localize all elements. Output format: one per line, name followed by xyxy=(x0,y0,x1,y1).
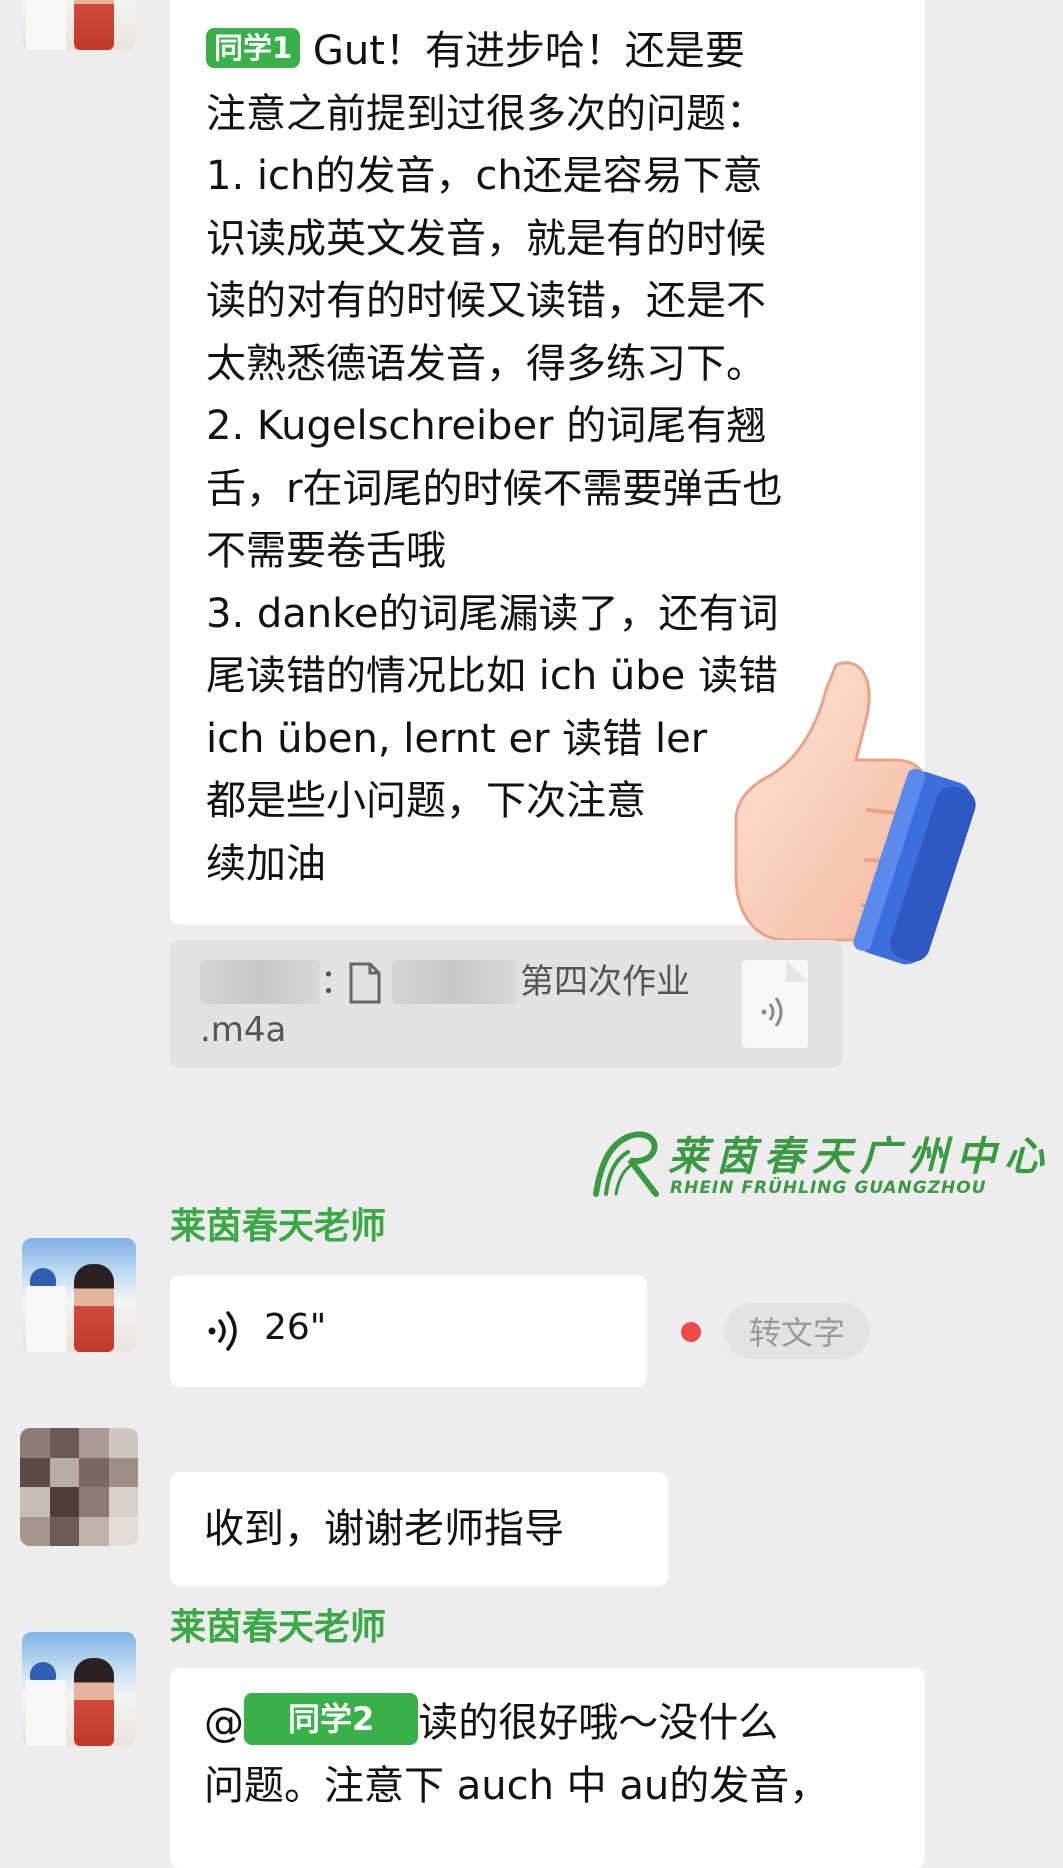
watermark-logo: 莱茵春天广州中心 RHEIN FRÜHLING GUANGZHOU xyxy=(590,1128,1044,1200)
thumbs-up-sticker-icon xyxy=(734,661,976,965)
voice-wave-icon xyxy=(208,1311,237,1351)
student-avatar[interactable] xyxy=(20,1428,138,1546)
person-shape xyxy=(74,1264,114,1352)
file-name: 第四次作业 xyxy=(520,962,690,1002)
document-icon xyxy=(349,962,381,1004)
sender-name: 莱茵春天老师 xyxy=(170,1206,387,1247)
message-text: @ 同学2 读的很好哦～没什么 问题。注意下 auch 中 au的发音， xyxy=(204,1692,924,1817)
sender-name: 莱茵春天老师 xyxy=(170,1607,387,1648)
wall-shape xyxy=(26,1680,66,1746)
teacher-avatar[interactable] xyxy=(22,0,136,50)
logo-mark-icon xyxy=(593,1131,659,1197)
mention-tag[interactable]: 同学1 xyxy=(206,28,301,68)
message-bubble-reply[interactable]: 收到，谢谢老师指导 xyxy=(170,1472,668,1586)
logo-chinese-text: 莱茵春天广州中心 xyxy=(668,1134,1052,1180)
message-text: 收到，谢谢老师指导 xyxy=(204,1506,564,1552)
audio-file-icon xyxy=(742,960,808,1048)
file-extension: .m4a xyxy=(200,1010,287,1050)
transcribe-button[interactable]: 转文字 xyxy=(724,1303,870,1359)
wall-shape xyxy=(26,0,66,50)
voice-duration: 26" xyxy=(264,1307,327,1348)
mention-tag[interactable]: 同学2 xyxy=(244,1693,419,1745)
person-shape xyxy=(74,0,114,50)
teacher-avatar[interactable] xyxy=(22,1632,136,1746)
person-shape xyxy=(74,1658,114,1746)
blurred-sender-name xyxy=(200,960,320,1004)
teacher-avatar[interactable] xyxy=(22,1238,136,1352)
message-bubble-feedback-2[interactable]: @ 同学2 读的很好哦～没什么 问题。注意下 auch 中 au的发音， xyxy=(170,1668,925,1868)
blurred-file-prefix xyxy=(392,960,517,1004)
dome-shape xyxy=(30,1662,56,1680)
logo-english-text: RHEIN FRÜHLING GUANGZHOU xyxy=(670,1178,987,1198)
quoted-file-card[interactable]: ： 第四次作业 .m4a xyxy=(170,940,842,1068)
unread-dot xyxy=(681,1322,701,1342)
dome-shape xyxy=(30,1268,56,1286)
voice-message-bubble[interactable]: 26" xyxy=(170,1275,647,1387)
wall-shape xyxy=(26,1286,66,1352)
